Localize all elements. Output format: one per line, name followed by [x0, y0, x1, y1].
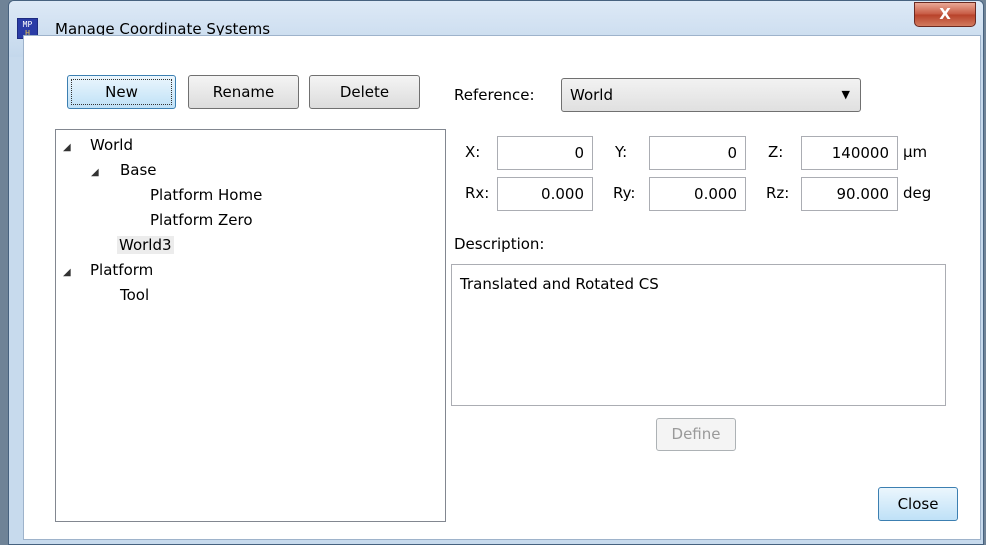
- rotation-unit-label: deg: [903, 184, 932, 202]
- x-input[interactable]: 0: [497, 136, 593, 170]
- tree-item-tool[interactable]: Tool: [120, 286, 149, 304]
- ry-label: Ry:: [613, 184, 636, 202]
- rx-label: Rx:: [465, 184, 490, 202]
- tree-item-world[interactable]: World: [90, 136, 133, 154]
- focus-rectangle: [71, 79, 172, 105]
- tree-item-base[interactable]: Base: [120, 161, 157, 179]
- close-window-button[interactable]: X: [914, 2, 976, 27]
- tree-item-platform[interactable]: Platform: [90, 261, 153, 279]
- rz-input[interactable]: 90.000: [801, 177, 898, 211]
- new-button[interactable]: New: [67, 75, 176, 109]
- delete-button-label: Delete: [339, 83, 390, 101]
- description-text: Translated and Rotated CS: [460, 275, 659, 293]
- description-label: Description:: [454, 235, 545, 253]
- tree-item-world3[interactable]: World3: [117, 236, 174, 254]
- close-button-label: Close: [897, 495, 939, 513]
- define-button[interactable]: Define: [656, 418, 736, 451]
- expand-icon[interactable]: ◢: [63, 267, 71, 278]
- close-icon: X: [939, 5, 951, 23]
- description-textarea[interactable]: Translated and Rotated CS: [451, 264, 946, 406]
- expand-icon[interactable]: ◢: [63, 142, 71, 153]
- y-input[interactable]: 0: [649, 136, 746, 170]
- position-unit-label: µm: [903, 143, 928, 161]
- close-button[interactable]: Close: [878, 487, 958, 521]
- app-icon-text-top: MP: [22, 20, 33, 29]
- ry-input[interactable]: 0.000: [649, 177, 746, 211]
- coordinate-system-tree[interactable]: ◢ World ◢ Base Platform Home Platform Ze…: [55, 129, 446, 522]
- rz-label: Rz:: [766, 184, 790, 202]
- z-label: Z:: [768, 143, 784, 161]
- define-button-label: Define: [671, 425, 721, 443]
- rx-input[interactable]: 0.000: [497, 177, 593, 211]
- reference-value: World: [570, 86, 613, 104]
- rename-button-label: Rename: [212, 83, 275, 101]
- y-label: Y:: [615, 143, 628, 161]
- reference-label: Reference:: [454, 86, 535, 104]
- x-label: X:: [465, 143, 481, 161]
- dialog-window: MP H Manage Coordinate Systems X New Ren…: [8, 0, 984, 545]
- delete-button[interactable]: Delete: [309, 75, 420, 109]
- z-input[interactable]: 140000: [801, 136, 898, 170]
- rename-button[interactable]: Rename: [188, 75, 299, 109]
- chevron-down-icon: ▼: [841, 88, 850, 101]
- reference-select[interactable]: World ▼: [561, 78, 861, 112]
- tree-item-platform-zero[interactable]: Platform Zero: [150, 211, 253, 229]
- expand-icon[interactable]: ◢: [91, 167, 99, 178]
- tree-item-platform-home[interactable]: Platform Home: [150, 186, 262, 204]
